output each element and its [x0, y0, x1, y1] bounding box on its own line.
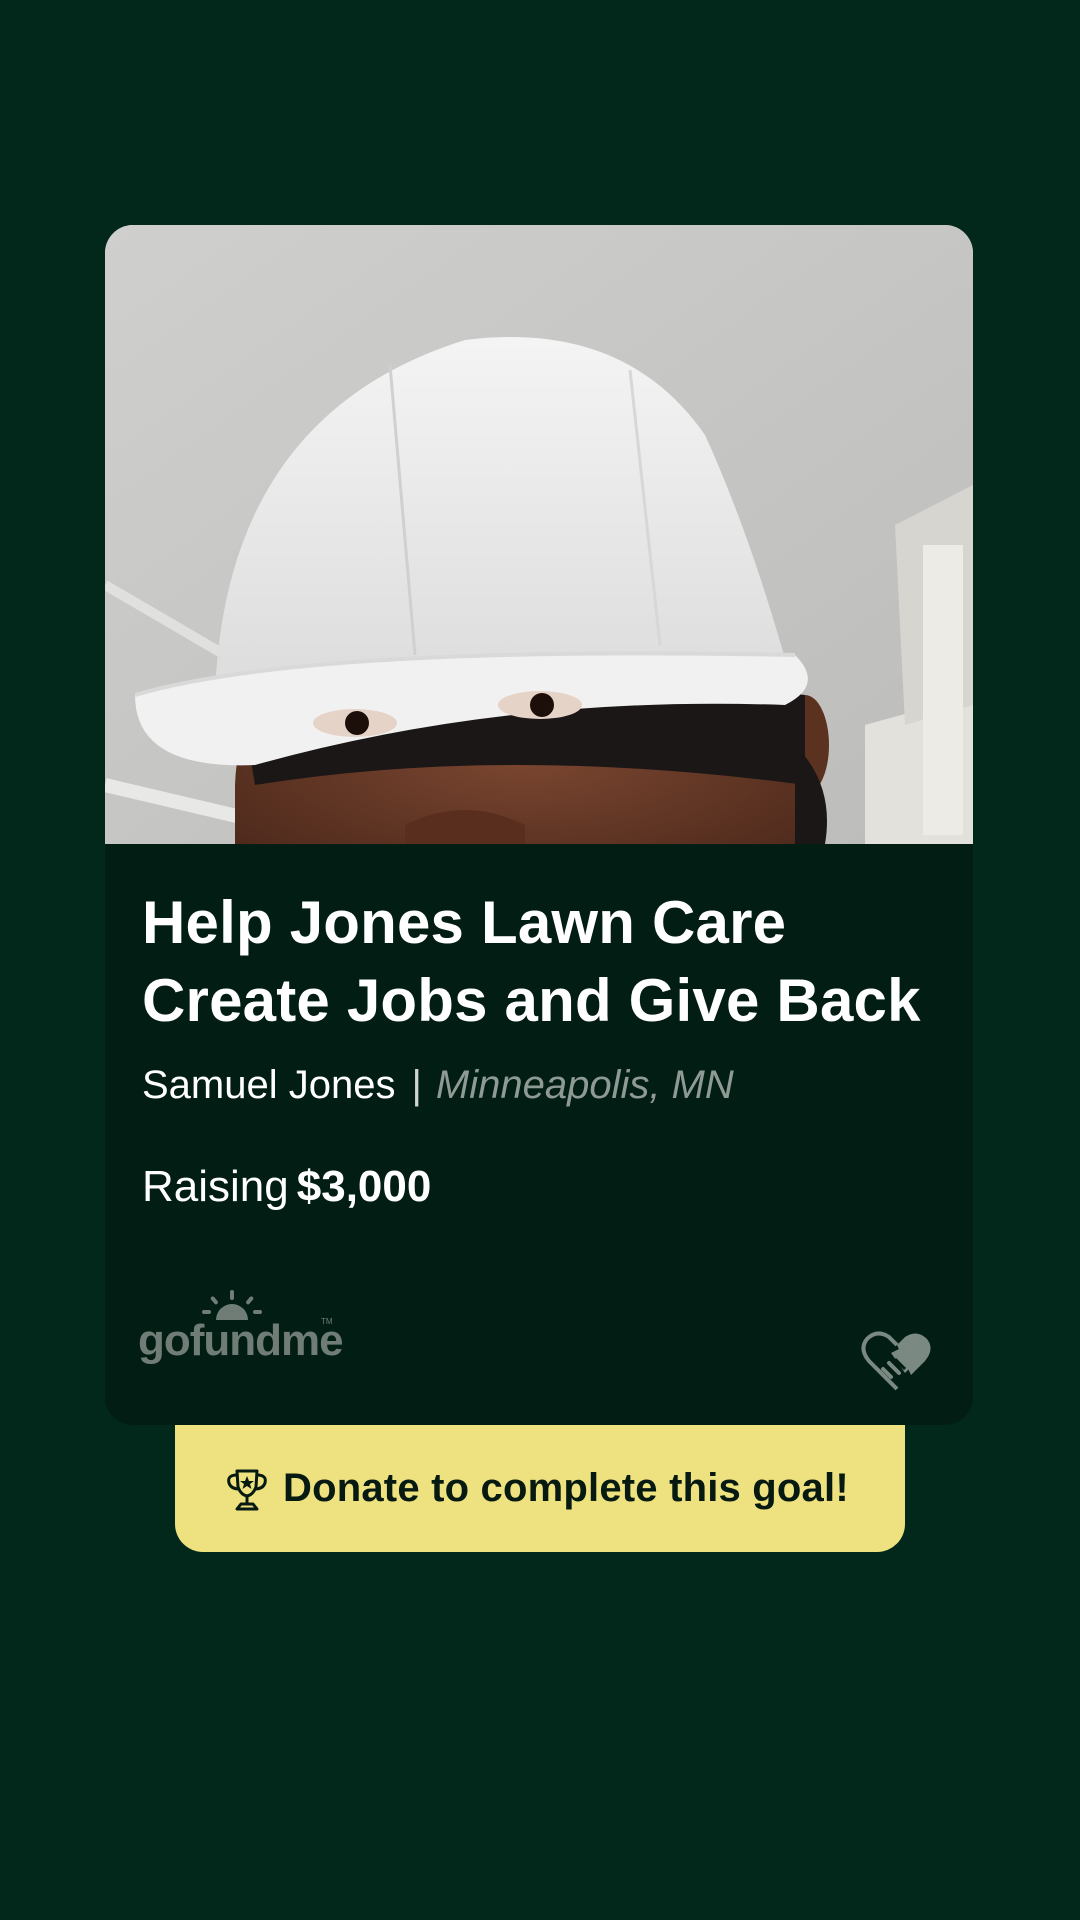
trophy-icon: [227, 1469, 267, 1510]
raising-label: Raising: [142, 1162, 289, 1211]
donate-button-label: Donate to complete this goal!: [283, 1466, 849, 1510]
campaign-card[interactable]: Help Jones Lawn Care Create Jobs and Giv…: [105, 225, 973, 1425]
gofundme-logo: gofundme TM: [138, 1290, 344, 1368]
brand-name: gofundme: [138, 1316, 344, 1365]
heart-handshake-icon: [861, 1331, 931, 1391]
campaign-details: Help Jones Lawn Care Create Jobs and Giv…: [105, 844, 973, 1425]
meta-separator: |: [411, 1063, 422, 1107]
brand-trademark: TM: [321, 1317, 333, 1326]
organizer-name: Samuel Jones: [142, 1063, 396, 1107]
goal-amount: $3,000: [296, 1162, 432, 1211]
campaign-title[interactable]: Help Jones Lawn Care Create Jobs and Giv…: [142, 884, 952, 1040]
campaign-photo: [105, 225, 973, 844]
goal-summary: Raising $3,000: [142, 1159, 431, 1215]
donate-button[interactable]: Donate to complete this goal!: [175, 1425, 905, 1552]
campaign-location: Minneapolis, MN: [435, 1063, 734, 1107]
campaign-title-line2: Create Jobs and Give Back: [142, 967, 921, 1034]
organizer-meta: Samuel Jones | Minneapolis, MN: [142, 1060, 734, 1110]
campaign-title-line1: Help Jones Lawn Care: [142, 889, 787, 956]
donate-button-content: Donate to complete this goal!: [223, 1425, 849, 1552]
